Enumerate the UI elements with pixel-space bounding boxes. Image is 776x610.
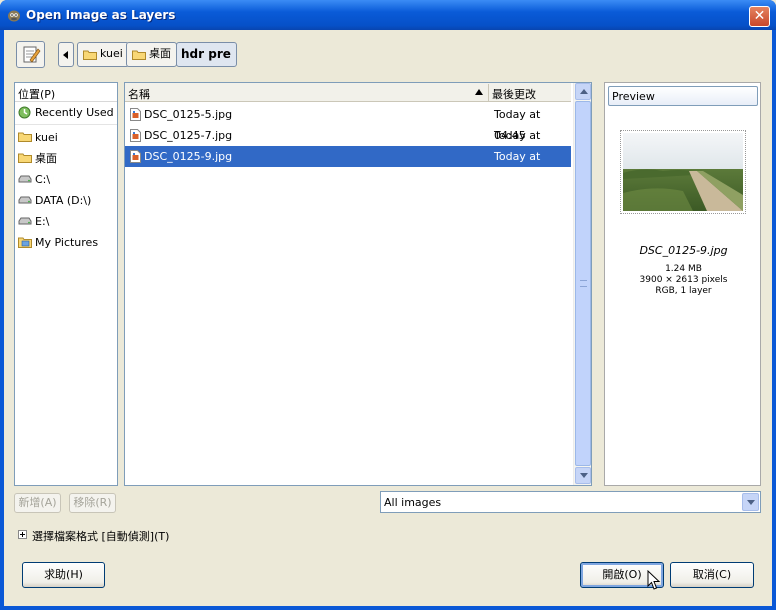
preview-size: 1.24 MB [665,264,702,274]
column-name-header[interactable]: 名稱 [128,86,150,102]
close-button[interactable]: ✕ [749,6,770,27]
path-button-label: 桌面 [149,47,171,60]
place-drive-e[interactable]: E:\ [15,211,117,232]
scroll-down-button[interactable] [575,467,591,484]
title-bar[interactable]: Open Image as Layers ✕ [0,0,776,30]
file-modified: Today at 04:48 [494,150,541,184]
place-label: E:\ [35,215,50,228]
file-type-expander[interactable]: 選擇檔案格式 [自動偵測](T) [18,528,198,544]
preview-thumbnail-frame [620,130,746,214]
place-recently-used[interactable]: Recently Used [15,102,117,123]
place-label: DATA (D:\) [35,194,92,207]
preview-mode: RGB, 1 layer [655,286,712,296]
gimp-icon [8,10,20,22]
file-filter-value: All images [384,496,442,509]
path-scroll-left-button[interactable] [58,42,74,67]
pictures-icon [18,237,32,248]
folder-icon [18,153,32,163]
place-desktop[interactable]: 桌面 [15,148,117,169]
place-label: 桌面 [35,152,57,165]
path-button-kuei[interactable]: kuei [77,42,129,67]
preview-panel: Preview DSC_0125-9.jpg 1.24 MB 3900 × 26… [604,82,761,486]
scroll-thumb[interactable] [575,101,591,466]
place-label: Recently Used [35,106,114,119]
path-button-desktop[interactable]: 桌面 [126,42,177,67]
file-row-selected[interactable]: DSC_0125-9.jpg Today at 04:48 [125,146,571,184]
preview-filename: DSC_0125-9.jpg [639,244,728,257]
chevron-down-icon[interactable] [742,493,759,511]
folder-icon [18,132,32,142]
dialog-body: kuei 桌面 hdr pre 位置(P) Recently Used kuei… [4,30,772,606]
edit-location-icon [23,46,41,63]
folder-icon [83,50,97,60]
sort-ascending-icon [475,89,483,95]
place-drive-c[interactable]: C:\ [15,169,117,190]
path-button-hdr-pre[interactable]: hdr pre [176,42,237,67]
scroll-grip [580,280,587,287]
file-type-label: 選擇檔案格式 [自動偵測](T) [32,530,170,543]
file-row[interactable]: DSC_0125-7.jpg Today at 04:46 [125,125,571,163]
type-location-button[interactable] [16,41,45,68]
preview-thumbnail [623,133,743,211]
recent-icon [18,106,31,119]
dialog-window: Open Image as Layers ✕ kuei 桌面 hdr pre 位… [0,0,776,610]
help-button[interactable]: 求助(H) [22,562,105,588]
window-title: Open Image as Layers [26,8,176,22]
place-label: My Pictures [35,236,99,249]
image-file-icon [130,108,141,121]
file-name: DSC_0125-7.jpg [144,129,233,142]
place-label: C:\ [35,173,51,186]
file-list-header: 名稱 最後更改 [125,83,571,102]
file-filter-select[interactable]: All images [380,491,761,513]
column-modified-header[interactable]: 最後更改 [492,86,536,102]
column-separator [488,84,489,101]
scroll-up-button[interactable] [575,83,591,100]
file-name: DSC_0125-9.jpg [144,150,233,163]
drive-icon [18,196,32,204]
remove-bookmark-button[interactable]: 移除(R) [69,493,116,513]
file-rows: DSC_0125-5.jpg Today at 04:45 DSC_0125-7… [125,104,571,184]
mouse-cursor-icon [647,570,661,590]
image-file-icon [130,150,141,163]
image-file-icon [130,129,141,142]
place-drive-d[interactable]: DATA (D:\) [15,190,117,211]
file-list: 名稱 最後更改 DSC_0125-5.jpg Today at 04:45 DS… [124,82,592,486]
close-icon: ✕ [753,8,766,24]
path-button-label: hdr pre [181,47,231,61]
preview-button[interactable]: Preview [608,86,758,106]
preview-dimensions: 3900 × 2613 pixels [639,275,728,285]
path-button-label: kuei [100,47,123,60]
places-panel: 位置(P) Recently Used kuei 桌面 C:\ DATA (D:… [14,82,118,486]
drive-icon [18,217,32,225]
expand-icon [18,530,27,539]
file-row[interactable]: DSC_0125-5.jpg Today at 04:45 [125,104,571,142]
place-kuei[interactable]: kuei [15,127,117,148]
file-name: DSC_0125-5.jpg [144,108,233,121]
folder-icon [132,50,146,60]
place-my-pictures[interactable]: My Pictures [15,232,117,253]
cancel-button[interactable]: 取消(C) [670,562,754,588]
place-label: kuei [35,131,58,144]
file-list-scrollbar[interactable] [573,83,591,485]
add-bookmark-button[interactable]: 新增(A) [14,493,61,513]
drive-icon [18,175,32,183]
places-header[interactable]: 位置(P) [15,83,117,102]
